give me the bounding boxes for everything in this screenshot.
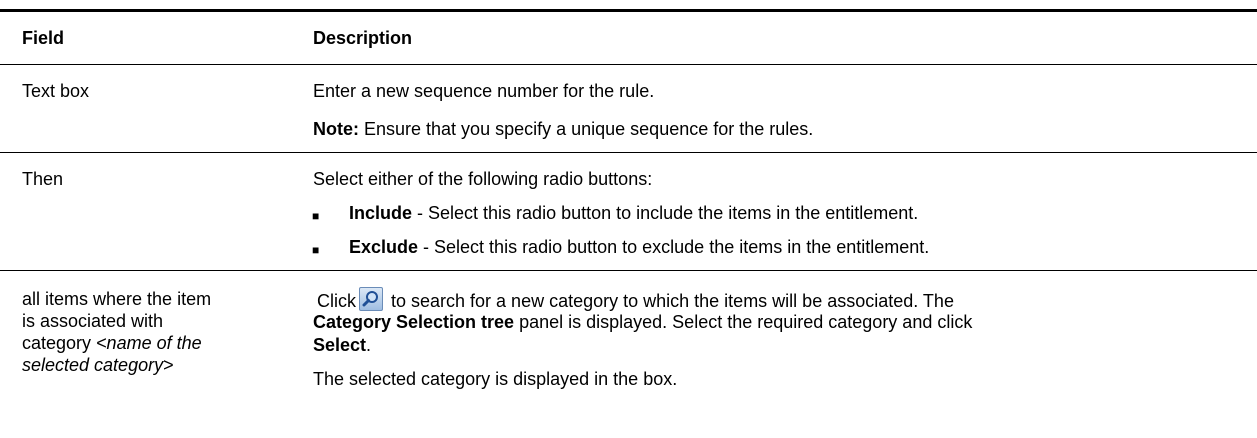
row-category-desc-line4: The selected category is displayed in th… bbox=[313, 369, 678, 389]
row-rule-2 bbox=[0, 270, 1257, 271]
bullet-icon: ■ bbox=[312, 209, 320, 223]
desc-line3-rest: . bbox=[366, 335, 372, 355]
bullet-exclude-text: - Select this radio button to exclude th… bbox=[418, 237, 930, 257]
field-line3-italic: <name of the bbox=[96, 333, 202, 353]
field-line4-plain: > bbox=[163, 355, 174, 375]
row-category-desc-line3: Select. bbox=[313, 333, 1243, 357]
bullet-include-term: Include bbox=[349, 203, 413, 223]
row-category-field-line3: category <name of the bbox=[22, 331, 287, 355]
row-text-box-field: Text box bbox=[22, 81, 90, 101]
desc-line1-rest: to search for a new category to which th… bbox=[386, 291, 954, 311]
header-rule bbox=[0, 64, 1257, 65]
bullet-include: Include - Select this radio button to in… bbox=[349, 201, 918, 225]
table-top-rule bbox=[0, 9, 1257, 12]
select-label: Select bbox=[313, 335, 367, 355]
row-category-field-line2: is associated with bbox=[22, 311, 164, 331]
category-selection-tree-label: Category Selection tree bbox=[313, 312, 515, 332]
desc-line2-rest: panel is displayed. Select the required … bbox=[514, 312, 973, 332]
header-field: Field bbox=[22, 28, 65, 48]
note-text: Ensure that you specify a unique sequenc… bbox=[359, 119, 814, 139]
note-label: Note: bbox=[313, 119, 359, 139]
search-icon[interactable] bbox=[359, 287, 383, 311]
row-then-intro: Select either of the following radio but… bbox=[313, 169, 653, 189]
field-line3-plain: category bbox=[22, 333, 97, 353]
row-then-field: Then bbox=[22, 169, 64, 189]
bullet-exclude: Exclude - Select this radio button to ex… bbox=[349, 235, 929, 259]
bullet-include-text: - Select this radio button to include th… bbox=[412, 203, 919, 223]
bullet-exclude-term: Exclude bbox=[349, 237, 419, 257]
bullet-icon: ■ bbox=[312, 243, 320, 257]
field-description-table: Field Description Text box Enter a new s… bbox=[0, 0, 1257, 438]
field-line4-italic: selected category bbox=[22, 355, 164, 375]
row-category-desc-line2: Category Selection tree panel is display… bbox=[313, 310, 1243, 334]
row-category-field-line4: selected category> bbox=[22, 353, 287, 377]
header-description: Description bbox=[313, 28, 413, 48]
row-category-field-line1: all items where the item bbox=[22, 289, 212, 309]
row-rule-1 bbox=[0, 152, 1257, 153]
row-text-box-note: Note: Ensure that you specify a unique s… bbox=[313, 117, 1243, 141]
click-word: Click bbox=[317, 291, 356, 311]
row-text-box-desc: Enter a new sequence number for the rule… bbox=[313, 81, 655, 101]
